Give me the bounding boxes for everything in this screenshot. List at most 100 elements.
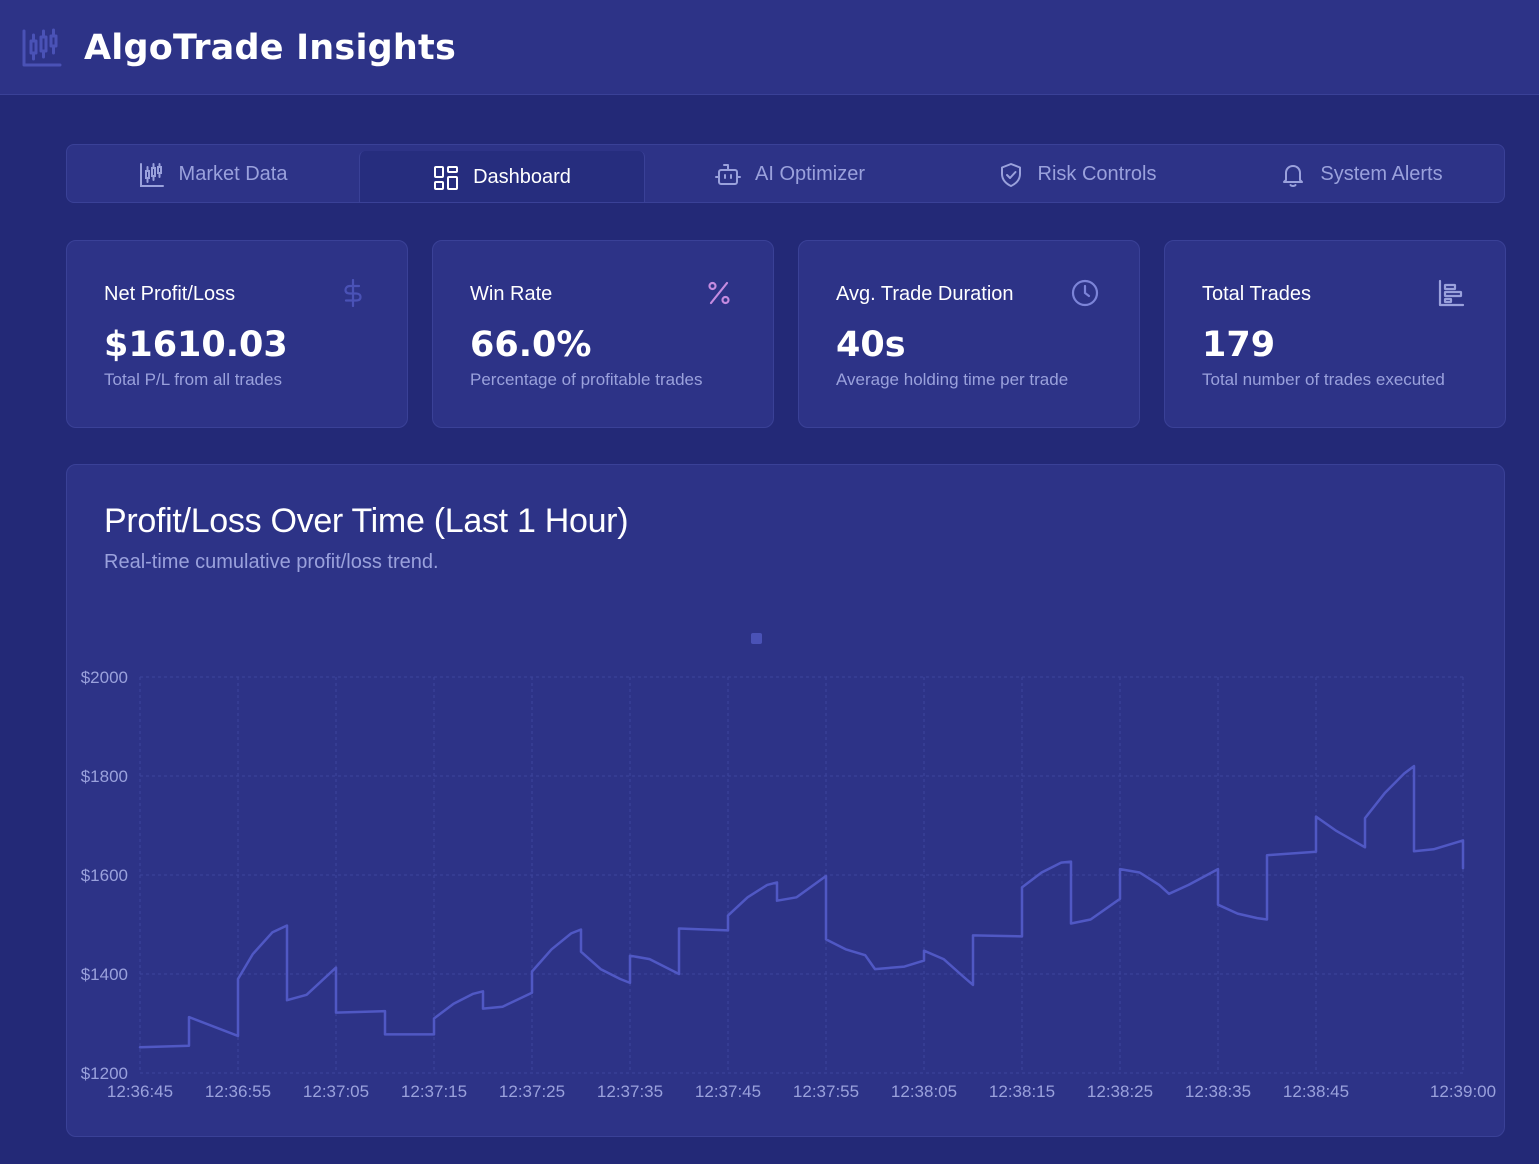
data-point bbox=[1217, 903, 1219, 906]
tab-dashboard[interactable]: Dashboard bbox=[359, 151, 645, 202]
data-point bbox=[727, 929, 729, 932]
card-value: 40s bbox=[836, 325, 906, 365]
tab-label: System Alerts bbox=[1320, 163, 1443, 185]
data-point bbox=[501, 1005, 504, 1008]
data-point bbox=[580, 950, 582, 953]
data-point bbox=[531, 992, 533, 994]
data-point bbox=[452, 1002, 455, 1005]
data-point bbox=[825, 938, 827, 941]
data-point bbox=[1432, 848, 1435, 851]
data-point bbox=[1334, 829, 1337, 832]
data-point bbox=[472, 993, 475, 995]
data-point bbox=[482, 990, 484, 993]
data-point bbox=[962, 975, 964, 978]
x-tick-label: 12:38:15 bbox=[989, 1082, 1055, 1101]
data-point bbox=[286, 999, 288, 1002]
robot-icon bbox=[714, 163, 741, 185]
x-tick-label: 12:37:25 bbox=[499, 1082, 565, 1101]
tab-label: Dashboard bbox=[473, 166, 571, 188]
data-point bbox=[1187, 884, 1190, 886]
card-net-profit-loss: Net Profit/Loss $1610.03 Total P/L from … bbox=[66, 240, 408, 428]
card-value: $1610.03 bbox=[104, 325, 288, 365]
dollar-icon bbox=[344, 279, 362, 307]
shield-check-icon bbox=[1000, 162, 1021, 187]
card-win-rate: Win Rate 66.0% Percentage of profitable … bbox=[432, 240, 774, 428]
profit-loss-chart: $1200 $1400 $1600 $1800 $2000 12:36:45 12:36:5… bbox=[81, 633, 1496, 1101]
app-header: AlgoTrade Insights bbox=[0, 0, 1539, 95]
data-point bbox=[1040, 871, 1043, 874]
data-point bbox=[678, 927, 680, 930]
data-point bbox=[1070, 860, 1072, 863]
x-tick-label: 12:36:45 bbox=[107, 1082, 173, 1101]
data-point bbox=[1315, 850, 1317, 853]
data-point bbox=[923, 959, 925, 962]
data-point bbox=[1266, 918, 1268, 921]
x-tick-label: 12:37:55 bbox=[793, 1082, 859, 1101]
y-tick-label: $2000 bbox=[81, 668, 128, 687]
data-point bbox=[903, 965, 906, 968]
data-point bbox=[629, 982, 631, 984]
x-tick-label: 12:38:25 bbox=[1087, 1082, 1153, 1101]
data-point bbox=[139, 1046, 141, 1049]
x-tick-label: 12:37:15 bbox=[401, 1082, 467, 1101]
tab-ai-optimizer[interactable]: AI Optimizer bbox=[643, 145, 937, 202]
data-point bbox=[251, 953, 254, 955]
data-point bbox=[1383, 792, 1386, 795]
data-point bbox=[384, 1010, 386, 1012]
data-point bbox=[972, 984, 974, 986]
y-tick-label: $1400 bbox=[81, 965, 128, 984]
data-point bbox=[1070, 922, 1072, 925]
data-point bbox=[271, 931, 274, 934]
dashboard-grid-icon bbox=[434, 165, 459, 190]
card-value: 179 bbox=[1202, 325, 1276, 365]
card-subtitle: Percentage of profitable trades bbox=[470, 370, 703, 389]
data-point bbox=[384, 1033, 386, 1036]
x-tick-label: 12:37:05 bbox=[303, 1082, 369, 1101]
x-tick-label: 12:38:05 bbox=[891, 1082, 957, 1101]
data-point bbox=[1217, 868, 1219, 870]
card-value: 66.0% bbox=[470, 325, 592, 365]
data-point bbox=[776, 881, 778, 884]
tab-system-alerts[interactable]: System Alerts bbox=[1217, 145, 1504, 202]
data-point bbox=[1256, 917, 1258, 919]
data-point bbox=[237, 978, 239, 980]
chart-series bbox=[138, 764, 1465, 1049]
x-tick-label: 12:38:35 bbox=[1185, 1082, 1251, 1101]
data-point bbox=[825, 875, 827, 877]
data-point bbox=[1266, 854, 1268, 856]
data-point bbox=[550, 948, 553, 951]
data-point bbox=[864, 954, 866, 956]
data-point bbox=[1021, 886, 1023, 889]
tab-bar: Market Data Dashboard AI Optimizer Risk … bbox=[66, 144, 1505, 203]
data-point bbox=[1021, 935, 1023, 938]
data-point bbox=[1138, 871, 1141, 874]
x-tick-label: 12:36:55 bbox=[205, 1082, 271, 1101]
legend-marker[interactable] bbox=[751, 633, 762, 644]
data-point bbox=[844, 948, 847, 951]
clock-icon bbox=[1071, 279, 1099, 307]
y-tick-label: $1200 bbox=[81, 1064, 128, 1083]
tab-label: Market Data bbox=[178, 163, 288, 185]
x-tick-label: 12:38:45 bbox=[1283, 1082, 1349, 1101]
card-title: Net Profit/Loss bbox=[104, 283, 236, 305]
y-tick-label: $1800 bbox=[81, 767, 128, 786]
tab-risk-controls[interactable]: Risk Controls bbox=[937, 145, 1217, 202]
data-point bbox=[1089, 918, 1092, 921]
data-point bbox=[1364, 817, 1366, 819]
data-point bbox=[1403, 772, 1405, 775]
tab-market-data[interactable]: Market Data bbox=[67, 145, 359, 202]
data-point bbox=[1236, 912, 1239, 915]
data-point bbox=[795, 896, 798, 899]
tab-label: Risk Controls bbox=[1037, 163, 1157, 185]
data-point bbox=[580, 928, 582, 931]
candlestick-chart-icon[interactable] bbox=[20, 27, 64, 69]
data-point bbox=[482, 1007, 484, 1010]
card-title: Win Rate bbox=[470, 283, 553, 305]
data-point bbox=[766, 884, 768, 886]
series-line bbox=[138, 764, 1465, 1049]
data-point bbox=[237, 1035, 239, 1037]
data-point bbox=[1315, 815, 1317, 818]
data-point bbox=[923, 949, 925, 952]
card-subtitle: Total P/L from all trades bbox=[104, 370, 282, 389]
data-point bbox=[776, 899, 778, 902]
